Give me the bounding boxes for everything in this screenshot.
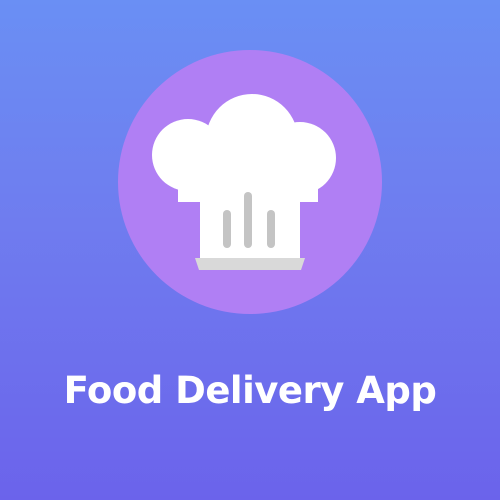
app-name-title: Food Delivery App: [63, 369, 437, 412]
chef-hat-icon: [152, 94, 336, 270]
splash-screen: Food Delivery App: [0, 0, 500, 500]
